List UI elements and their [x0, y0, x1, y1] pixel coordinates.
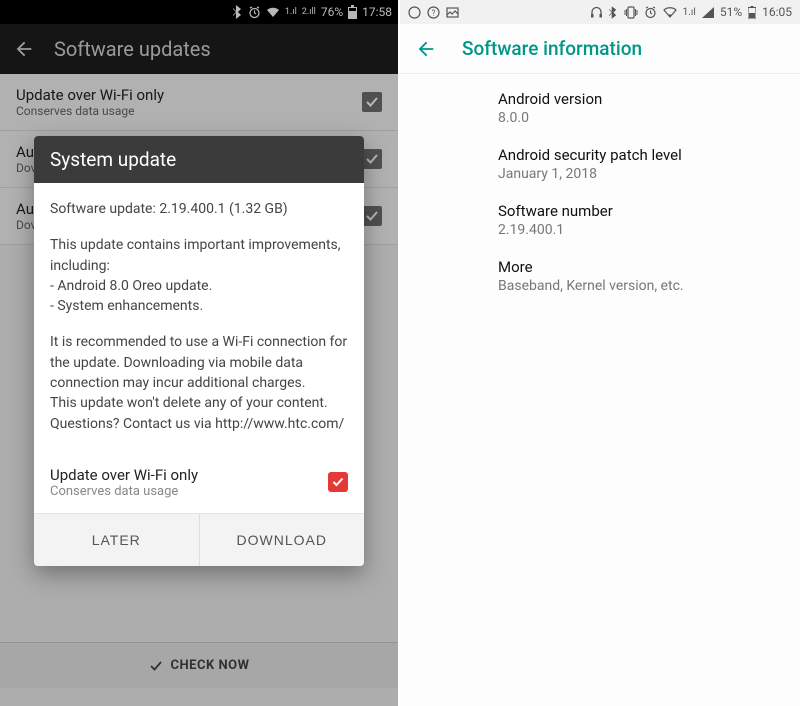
dialog-wifi-notice: It is recommended to use a Wi-Fi connect… — [50, 332, 348, 433]
image-icon — [446, 6, 459, 19]
right-phone-screen: ? 1.ıl 51% 16:05 Software information — [400, 0, 800, 706]
info-value: Baseband, Kernel version, etc. — [498, 278, 778, 294]
back-arrow-icon[interactable] — [414, 37, 438, 61]
info-title: Software number — [498, 202, 778, 220]
alarm-icon — [644, 6, 657, 19]
checkbox-checked-red-icon[interactable] — [328, 472, 348, 492]
info-title: Android security patch level — [498, 146, 778, 164]
info-value: 2.19.400.1 — [498, 222, 778, 238]
page-title: Software information — [462, 37, 642, 60]
help-icon: ? — [427, 6, 440, 19]
vibrate-icon — [624, 6, 638, 19]
dialog-intro-text: This update contains important improveme… — [50, 235, 348, 316]
info-title: More — [498, 258, 778, 276]
system-update-dialog: System update Software update: 2.19.400.… — [34, 136, 364, 566]
option-sub: Conserves data usage — [50, 484, 198, 499]
bluetooth-icon — [609, 6, 618, 19]
clock-time: 16:05 — [762, 5, 792, 19]
action-bar-right: Software information — [400, 24, 800, 74]
info-value: 8.0.0 — [498, 110, 778, 126]
left-phone-screen: 1.ıl 2.ıll 76% 17:58 Software updates Up… — [0, 0, 400, 706]
signal-icon-2 — [702, 7, 714, 18]
later-button[interactable]: LATER — [34, 514, 199, 566]
info-title: Android version — [498, 90, 778, 108]
download-button[interactable]: DOWNLOAD — [199, 514, 365, 566]
info-android-version[interactable]: Android version 8.0.0 — [400, 74, 800, 130]
wifi-icon — [663, 7, 677, 18]
battery-pct: 51% — [720, 5, 742, 19]
info-software-number[interactable]: Software number 2.19.400.1 — [400, 186, 800, 242]
svg-text:?: ? — [432, 8, 436, 17]
dialog-button-bar: LATER DOWNLOAD — [34, 513, 364, 566]
option-title: Update over Wi-Fi only — [50, 466, 198, 484]
dialog-wifi-only-option[interactable]: Update over Wi-Fi only Conserves data us… — [34, 458, 364, 513]
info-more[interactable]: More Baseband, Kernel version, etc. — [400, 242, 800, 298]
battery-icon — [748, 6, 756, 19]
status-bar-right: ? 1.ıl 51% 16:05 — [400, 0, 800, 24]
dialog-title: System update — [34, 136, 364, 183]
info-security-patch[interactable]: Android security patch level January 1, … — [400, 130, 800, 186]
info-value: January 1, 2018 — [498, 166, 778, 182]
compass-icon — [408, 6, 421, 19]
dialog-version-line: Software update: 2.19.400.1 (1.32 GB) — [50, 199, 348, 219]
signal-icon: 1.ıl — [683, 7, 696, 18]
headphones-icon — [590, 6, 603, 19]
